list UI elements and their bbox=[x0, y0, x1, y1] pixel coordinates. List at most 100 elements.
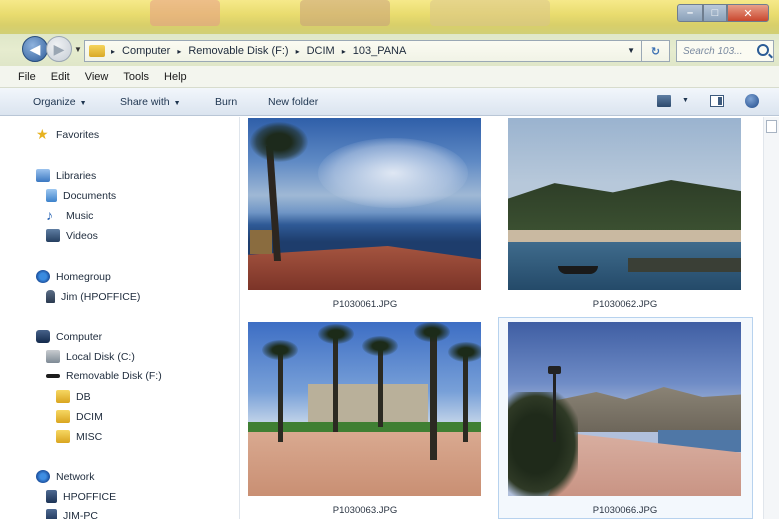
breadcrumb-separator[interactable]: ▸ bbox=[296, 47, 300, 56]
blurred-tab bbox=[300, 0, 390, 26]
menu-file[interactable]: File bbox=[18, 71, 36, 83]
breadcrumb-removable-disk[interactable]: Removable Disk (F:) bbox=[188, 45, 288, 57]
preview-pane-icon[interactable] bbox=[710, 95, 724, 107]
back-button[interactable]: ◀ bbox=[22, 36, 48, 62]
photo-thumbnail[interactable] bbox=[248, 322, 481, 496]
nav-videos[interactable]: Videos bbox=[46, 229, 98, 242]
recent-pages-dropdown[interactable]: ▼ bbox=[74, 45, 82, 54]
menu-edit[interactable]: Edit bbox=[51, 71, 70, 83]
chevron-down-icon: ▼ bbox=[79, 100, 87, 107]
maximize-button[interactable]: □ bbox=[703, 4, 727, 22]
help-icon[interactable] bbox=[745, 94, 759, 108]
nav-computer-label: Computer bbox=[56, 330, 103, 343]
chevron-down-icon: ▼ bbox=[173, 100, 181, 107]
organize-label: Organize bbox=[33, 96, 76, 108]
share-with-button[interactable]: Share with ▼ bbox=[120, 96, 181, 108]
shore-shape bbox=[508, 230, 741, 242]
nav-folder-dcim[interactable]: DCIM bbox=[56, 410, 103, 423]
nav-homegroup-user[interactable]: Jim (HPOFFICE) bbox=[46, 290, 140, 303]
organize-button[interactable]: Organize ▼ bbox=[33, 96, 87, 108]
breadcrumb-103-pana[interactable]: 103_PANA bbox=[353, 45, 407, 57]
navigation-pane: ★ Favorites Libraries Documents ♪ Music … bbox=[0, 117, 240, 519]
menu-help[interactable]: Help bbox=[164, 71, 187, 83]
refresh-button[interactable]: ↻ bbox=[641, 41, 669, 61]
nav-computer[interactable]: Computer bbox=[36, 330, 102, 343]
breadcrumb-dcim[interactable]: DCIM bbox=[307, 45, 335, 57]
nav-documents[interactable]: Documents bbox=[46, 189, 116, 202]
file-name-label[interactable]: P1030063.JPG bbox=[245, 505, 485, 516]
search-input[interactable]: Search 103... bbox=[676, 40, 774, 62]
palm-trunk-shape bbox=[430, 330, 437, 460]
burn-button[interactable]: Burn bbox=[215, 96, 237, 108]
file-name-label[interactable]: P1030061.JPG bbox=[245, 299, 485, 310]
folder-icon bbox=[56, 390, 70, 403]
nav-libraries[interactable]: Libraries bbox=[36, 169, 96, 182]
boat-shape bbox=[558, 266, 598, 274]
scroll-up-button[interactable] bbox=[766, 120, 777, 133]
address-bar[interactable]: ▸ Computer ▸ Removable Disk (F:) ▸ DCIM … bbox=[84, 40, 670, 62]
nav-homegroup[interactable]: Homegroup bbox=[36, 270, 111, 283]
photo-thumbnail[interactable] bbox=[248, 118, 481, 290]
music-icon: ♪ bbox=[46, 207, 53, 223]
nav-libraries-label: Libraries bbox=[56, 169, 97, 182]
nav-folder-misc[interactable]: MISC bbox=[56, 430, 102, 443]
promenade-shape bbox=[248, 246, 481, 290]
folder-icon bbox=[89, 45, 105, 57]
nav-folder-db[interactable]: DB bbox=[56, 390, 91, 403]
breadcrumb-separator[interactable]: ▸ bbox=[177, 47, 181, 56]
nav-local-disk[interactable]: Local Disk (C:) bbox=[46, 350, 135, 363]
nav-removable-disk[interactable]: Removable Disk (F:) bbox=[46, 370, 162, 382]
photo-thumbnail[interactable] bbox=[508, 322, 741, 496]
network-icon bbox=[36, 470, 50, 483]
nav-music-label: Music bbox=[66, 209, 94, 222]
nav-removable-disk-label: Removable Disk (F:) bbox=[66, 370, 162, 382]
navigation-bar: ◀ ▶ ▼ ▸ Computer ▸ Removable Disk (F:) ▸… bbox=[0, 34, 779, 66]
photo-thumbnail[interactable] bbox=[508, 118, 741, 290]
folder-icon bbox=[56, 410, 70, 423]
menu-view[interactable]: View bbox=[85, 71, 109, 83]
nav-folder-dcim-label: DCIM bbox=[76, 410, 103, 423]
breadcrumb-separator[interactable]: ▸ bbox=[342, 47, 346, 56]
menu-bar: File Edit View Tools Help bbox=[0, 66, 779, 88]
star-icon: ★ bbox=[36, 126, 49, 142]
network-computer-icon bbox=[46, 490, 57, 503]
nav-network-jim-pc-label: JIM-PC bbox=[63, 509, 98, 519]
nav-music[interactable]: ♪ Music bbox=[46, 207, 94, 223]
window-controls: – □ ✕ bbox=[677, 4, 769, 22]
change-view-icon[interactable] bbox=[657, 95, 671, 107]
nav-network-hpoffice-label: HPOFFICE bbox=[63, 490, 117, 503]
address-dropdown-button[interactable]: ▼ bbox=[627, 46, 635, 55]
vertical-scrollbar[interactable] bbox=[763, 117, 779, 519]
breadcrumb-computer[interactable]: Computer bbox=[122, 45, 170, 57]
palm-fronds-shape bbox=[448, 342, 481, 362]
network-computer-icon bbox=[46, 509, 57, 519]
file-name-label[interactable]: P1030062.JPG bbox=[505, 299, 745, 310]
palm-fronds-shape bbox=[362, 336, 398, 356]
nav-favorites-label: Favorites bbox=[56, 128, 100, 141]
breadcrumb-separator[interactable]: ▸ bbox=[111, 47, 115, 56]
palm-fronds-shape bbox=[318, 324, 354, 344]
nav-local-disk-label: Local Disk (C:) bbox=[66, 350, 135, 363]
view-options-dropdown[interactable]: ▼ bbox=[682, 97, 689, 104]
menu-tools[interactable]: Tools bbox=[123, 71, 149, 83]
libraries-icon bbox=[36, 169, 50, 182]
cloud-shape bbox=[318, 138, 468, 208]
close-button[interactable]: ✕ bbox=[727, 4, 769, 22]
search-icon[interactable] bbox=[757, 44, 769, 56]
back-arrow-icon: ◀ bbox=[29, 40, 41, 57]
command-bar: Organize ▼ Share with ▼ Burn New folder ▼ bbox=[0, 88, 779, 116]
new-folder-button[interactable]: New folder bbox=[268, 96, 318, 108]
minimize-button[interactable]: – bbox=[677, 4, 703, 22]
nav-network[interactable]: Network bbox=[36, 470, 95, 483]
nav-favorites[interactable]: ★ Favorites bbox=[36, 126, 100, 142]
forward-button[interactable]: ▶ bbox=[46, 36, 72, 62]
nav-network-hpoffice[interactable]: HPOFFICE bbox=[46, 490, 116, 503]
nav-homegroup-user-label: Jim (HPOFFICE) bbox=[61, 290, 141, 303]
nav-folder-db-label: DB bbox=[76, 390, 91, 403]
nav-network-jim-pc[interactable]: JIM-PC bbox=[46, 509, 98, 519]
palm-trunk-shape bbox=[333, 332, 338, 432]
tree-shape bbox=[508, 392, 578, 496]
building-shape bbox=[308, 384, 428, 424]
removable-disk-icon bbox=[46, 374, 60, 378]
file-name-label[interactable]: P1030066.JPG bbox=[505, 505, 745, 516]
